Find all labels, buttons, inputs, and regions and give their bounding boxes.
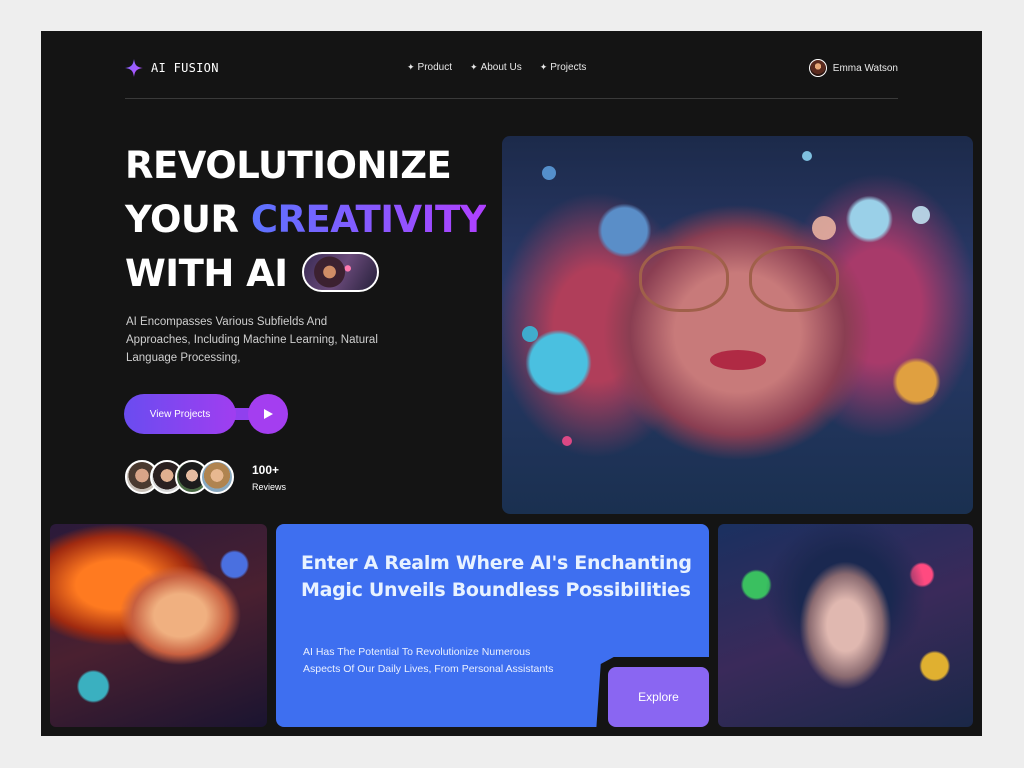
star-icon: ✦: [470, 62, 478, 72]
hero-description: AI Encompasses Various Subfields And App…: [126, 316, 378, 364]
nav-projects[interactable]: ✦ Projects: [540, 62, 587, 73]
nav-projects-label: Projects: [550, 62, 587, 73]
feature-title: Enter A Realm Where AI's Enchanting Magi…: [301, 552, 692, 601]
nav-about-us-label: About Us: [480, 62, 522, 73]
star-icon: ✦: [407, 62, 415, 72]
reviews-count: 100+: [252, 463, 280, 477]
user-profile[interactable]: Emma Watson: [808, 59, 898, 77]
hero-headline: REVOLUTIONIZE YOUR CREATIVITY WITH AI: [125, 139, 486, 301]
headline-word-creativity: CREATIVITY: [250, 198, 487, 241]
nav-product[interactable]: ✦ Product: [407, 62, 452, 73]
brand-name: AI FUSION: [151, 61, 219, 75]
play-button[interactable]: [248, 394, 288, 434]
sparkle-icon: [125, 59, 143, 77]
user-name: Emma Watson: [832, 62, 898, 74]
main-menu: ✦ Product ✦ About Us ✦ Projects: [407, 62, 586, 73]
top-nav: AI FUSION ✦ Product ✦ About Us ✦ Project…: [125, 31, 898, 99]
headline-line-3: WITH AI: [125, 247, 486, 301]
view-projects-button[interactable]: View Projects: [124, 394, 236, 434]
explore-button[interactable]: Explore: [608, 667, 709, 727]
headline-line-1: REVOLUTIONIZE: [125, 144, 452, 187]
reviews: 100+ Reviews: [125, 460, 286, 494]
feature-card: Enter A Realm Where AI's Enchanting Magi…: [276, 524, 709, 727]
feature-description: AI Has The Potential To Revolutionize Nu…: [303, 646, 554, 675]
nav-product-label: Product: [417, 62, 453, 73]
landing-page: AI FUSION ✦ Product ✦ About Us ✦ Project…: [41, 31, 982, 736]
hero-portrait-image: [502, 136, 973, 514]
art-card-forest-portrait: [718, 524, 973, 727]
lips-detail: [710, 350, 766, 370]
reviews-summary: 100+ Reviews: [252, 462, 286, 492]
art-card-fire-portrait: [50, 524, 267, 727]
view-projects-cta: View Projects: [124, 394, 288, 434]
reviews-label: Reviews: [252, 482, 287, 492]
star-icon: ✦: [539, 62, 548, 72]
nav-about-us[interactable]: ✦ About Us: [470, 62, 522, 73]
headline-word-your: YOUR: [125, 198, 239, 241]
logo[interactable]: AI FUSION: [125, 59, 219, 77]
play-icon: [264, 409, 273, 419]
headline-line-2: YOUR CREATIVITY: [125, 193, 486, 247]
reviewer-avatar: [200, 460, 234, 494]
headline-image-pill: [301, 251, 379, 292]
headline-with-ai: WITH AI: [125, 252, 288, 295]
glasses-detail: [639, 246, 839, 316]
avatar: [808, 59, 827, 77]
